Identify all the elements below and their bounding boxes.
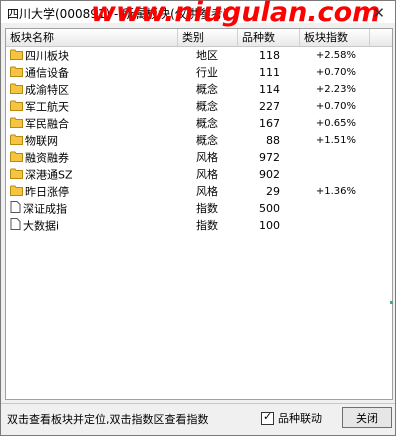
sector-name: 融资融券 [25,151,69,165]
table-row[interactable]: 军工航天 概念 227 +0.70% [6,98,392,115]
count-cell: 100 [259,219,280,232]
folder-icon [10,65,23,82]
dialog-window: 四川大学(000891) - 所属板块(仅供参考) www.niugulan.c… [0,0,396,436]
table-row[interactable]: 物联网 概念 88 +1.51% [6,132,392,149]
sector-name-cell: 深港通SZ [10,166,73,183]
footer-divider [1,403,395,404]
sector-name-cell: 通信设备 [10,64,69,81]
checkmark-icon: ✓ [263,409,273,423]
folder-icon [10,99,23,116]
table-row[interactable]: 成渝特区 概念 114 +2.23% [6,81,392,98]
index-change-cell: +2.23% [315,84,356,95]
category-cell: 行业 [196,66,218,79]
folder-icon [10,116,23,133]
count-cell: 500 [259,202,280,215]
table-header: 板块名称 类别 品种数 板块指数 [6,29,392,47]
header-sector-name[interactable]: 板块名称 [6,29,178,46]
sector-name: 四川板块 [25,49,69,63]
header-category[interactable]: 类别 [178,29,238,46]
category-cell: 概念 [196,134,218,147]
table-row[interactable]: 通信设备 行业 111 +0.70% [6,64,392,81]
folder-icon [10,133,23,150]
sector-name: 大数据i [23,219,60,233]
sector-name-cell: 军工航天 [10,98,69,115]
sector-name-cell: 深证成指 [10,200,67,217]
category-cell: 概念 [196,117,218,130]
document-icon [10,217,21,235]
count-cell: 902 [259,168,280,181]
index-change-cell: +2.58% [315,50,356,61]
index-change-cell: +0.65% [315,118,356,129]
count-cell: 29 [266,185,280,198]
folder-icon [10,48,23,65]
category-cell: 指数 [196,202,218,215]
category-cell: 地区 [196,49,218,62]
sector-name-cell: 大数据i [10,217,59,234]
category-cell: 指数 [196,219,218,232]
sector-name: 物联网 [25,134,58,148]
table-row[interactable]: 大数据i 指数 100 [6,217,392,234]
sector-name-cell: 军民融合 [10,115,69,132]
count-cell: 88 [266,134,280,147]
document-icon [10,200,21,218]
header-index[interactable]: 板块指数 [300,29,370,46]
sector-name: 深证成指 [23,202,67,216]
index-change-cell: +0.70% [315,101,356,112]
count-cell: 972 [259,151,280,164]
category-cell: 概念 [196,83,218,96]
sector-name: 通信设备 [25,66,69,80]
sector-name: 成渝特区 [25,83,69,97]
table-row[interactable]: 深港通SZ 风格 902 [6,166,392,183]
table-row[interactable]: 深证成指 指数 500 [6,200,392,217]
folder-icon [10,184,23,201]
folder-icon [10,167,23,184]
folder-icon [10,82,23,99]
count-cell: 114 [259,83,280,96]
sector-table: 板块名称 类别 品种数 板块指数 四川板块 地区 118 +2.58% 通信设备 行业 11… [5,28,393,400]
sector-name-cell: 成渝特区 [10,81,69,98]
sector-name: 昨日涨停 [25,185,69,199]
watermark-text: www.niugulan.com [91,0,381,28]
count-cell: 118 [259,49,280,62]
index-change-cell: +1.51% [315,135,356,146]
index-change-cell: +0.70% [315,67,356,78]
sector-name-cell: 四川板块 [10,47,69,64]
table-row[interactable]: 昨日涨停 风格 29 +1.36% [6,183,392,200]
close-button[interactable]: 关闭 [342,407,392,428]
index-change-cell: +1.36% [315,186,356,197]
footer-hint: 双击查看板块并定位,双击指数区查看指数 [7,413,209,426]
table-row[interactable]: 四川板块 地区 118 +2.58% [6,47,392,64]
title-bar[interactable]: 四川大学(000891) - 所属板块(仅供参考) www.niugulan.c… [1,0,395,28]
sector-name-cell: 物联网 [10,132,58,149]
category-cell: 概念 [196,100,218,113]
count-cell: 111 [259,66,280,79]
checkbox-box[interactable]: ✓ [261,409,274,425]
close-icon[interactable]: ✕ [372,4,385,22]
sector-name-cell: 昨日涨停 [10,183,69,200]
sector-name: 军工航天 [25,100,69,114]
category-cell: 风格 [196,185,218,198]
linkage-checkbox[interactable]: ✓ 品种联动 [261,410,322,426]
count-cell: 227 [259,100,280,113]
table-row[interactable]: 融资融券 风格 972 [6,149,392,166]
header-count[interactable]: 品种数 [238,29,300,46]
checkbox-label: 品种联动 [278,412,322,425]
count-cell: 167 [259,117,280,130]
sector-name: 深港通SZ [25,168,73,182]
resize-grip [390,301,393,304]
category-cell: 风格 [196,151,218,164]
sector-name: 军民融合 [25,117,69,131]
table-row[interactable]: 军民融合 概念 167 +0.65% [6,115,392,132]
folder-icon [10,150,23,167]
sector-name-cell: 融资融券 [10,149,69,166]
category-cell: 风格 [196,168,218,181]
